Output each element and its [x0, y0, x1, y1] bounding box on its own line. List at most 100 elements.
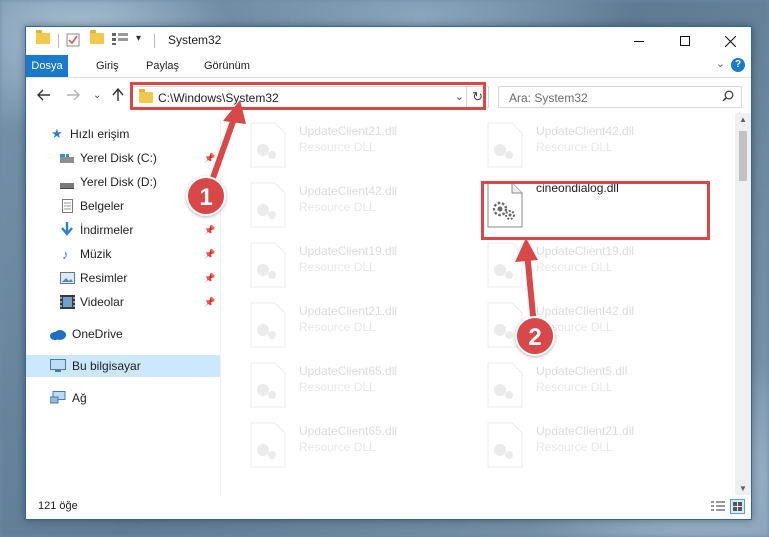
file-name: UpdateClient19.dll — [299, 244, 398, 258]
file-name: UpdateClient5.dll — [536, 364, 628, 378]
file-type: Resource DLL — [536, 380, 613, 394]
dll-file-icon — [250, 182, 286, 228]
view-options-icon[interactable] — [112, 33, 128, 45]
sidebar-item-bu-bilgisayar[interactable]: Bu bilgisayar — [26, 355, 220, 377]
help-icon[interactable]: ? — [731, 58, 745, 72]
pictures-icon — [60, 272, 75, 287]
scrollbar-thumb[interactable] — [739, 131, 747, 181]
scroll-down-icon[interactable]: ▼ — [739, 484, 747, 493]
large-icons-view-icon[interactable] — [730, 499, 745, 514]
file-type: Resource DLL — [536, 260, 613, 274]
sidebar-item-resimler[interactable]: Resimler 📌 — [26, 267, 220, 289]
forward-arrow-icon[interactable] — [66, 88, 80, 104]
file-type: Resource DLL — [299, 200, 376, 214]
divider — [58, 34, 59, 48]
file-name: UpdateClient21.dll — [299, 304, 398, 318]
dll-file-icon — [487, 362, 523, 408]
file-item[interactable]: UpdateClient21.dll Resource DLL — [249, 120, 469, 176]
step-2-badge: 2 — [515, 316, 555, 356]
address-bar-highlight — [130, 82, 486, 110]
dll-file-icon — [487, 422, 523, 468]
computer-icon — [50, 359, 66, 376]
file-item[interactable]: UpdateClient42.dll Resource DLL — [249, 180, 469, 236]
drive-icon — [60, 153, 74, 167]
step-1-badge: 1 — [186, 176, 226, 216]
file-list: UpdateClient21.dll Resource DLL UpdateCl… — [221, 113, 735, 495]
documents-icon — [62, 199, 73, 216]
file-name: UpdateClient65.dll — [299, 364, 398, 378]
drive-icon — [60, 179, 74, 193]
dll-file-icon — [250, 122, 286, 168]
dll-file-icon — [250, 302, 286, 348]
sidebar-item-onedrive[interactable]: OneDrive — [26, 323, 220, 345]
network-icon — [49, 391, 66, 408]
file-item[interactable]: UpdateClient19.dll Resource DLL — [249, 240, 469, 296]
file-highlight — [481, 181, 710, 240]
sidebar-item-indirmeler[interactable]: İndirmeler 📌 — [26, 219, 220, 241]
item-count: 121 öğe — [38, 500, 78, 512]
search-placeholder: Ara: System32 — [509, 91, 588, 105]
file-item[interactable]: UpdateClient5.dll Resource DLL — [486, 360, 706, 416]
tab-dosya[interactable]: Dosya — [26, 55, 68, 77]
file-type: Resource DLL — [299, 260, 376, 274]
pin-icon: 📌 — [204, 248, 216, 259]
search-input[interactable]: Ara: System32 — [498, 86, 742, 108]
vertical-scrollbar[interactable]: ▲ ▼ — [735, 113, 751, 495]
file-name: UpdateClient19.dll — [536, 244, 635, 258]
pin-icon: 📌 — [204, 152, 216, 163]
file-name: UpdateClient42.dll — [536, 124, 635, 138]
sidebar-item-quick-access[interactable]: ★ Hızlı erişim — [26, 123, 220, 145]
new-folder-icon[interactable] — [90, 30, 104, 44]
back-arrow-icon[interactable] — [37, 88, 51, 104]
file-item[interactable]: UpdateClient65.dll Resource DLL — [249, 420, 469, 476]
file-type: Resource DLL — [299, 380, 376, 394]
maximize-button[interactable] — [662, 27, 708, 55]
divider — [154, 34, 155, 48]
tab-giris[interactable]: Giriş — [88, 55, 127, 77]
recent-locations-chevron-icon[interactable]: ⌄ — [93, 90, 101, 101]
dll-file-icon — [250, 362, 286, 408]
tab-gorunum[interactable]: Görünüm — [196, 55, 258, 77]
close-button[interactable] — [707, 27, 753, 55]
file-name: UpdateClient21.dll — [536, 424, 635, 438]
title-bar: ▾ System32 — [26, 27, 751, 55]
expand-ribbon-icon[interactable]: ⌄ — [716, 57, 725, 70]
sidebar-item-ag[interactable]: Ağ — [26, 387, 220, 409]
file-item[interactable]: UpdateClient21.dll Resource DLL — [486, 420, 706, 476]
sidebar-item-videolar[interactable]: Videolar 📌 — [26, 291, 220, 313]
pin-icon: 📌 — [204, 272, 216, 283]
star-icon: ★ — [51, 126, 63, 141]
pin-icon: 📌 — [204, 296, 216, 307]
sidebar-item-muzik[interactable]: ♪ Müzik 📌 — [26, 243, 220, 265]
customize-toolbar-icon[interactable]: ▾ — [136, 33, 141, 44]
file-type: Resource DLL — [299, 440, 376, 454]
ribbon-tabs: Dosya Giriş Paylaş Görünüm ⌄ ? — [26, 55, 751, 78]
file-name: UpdateClient42.dll — [299, 184, 398, 198]
music-icon: ♪ — [62, 246, 69, 262]
file-item[interactable]: UpdateClient21.dll Resource DLL — [249, 300, 469, 356]
file-type: Resource DLL — [536, 140, 613, 154]
status-bar: 121 öğe — [26, 495, 751, 519]
file-item[interactable]: UpdateClient42.dll Resource DLL — [486, 120, 706, 176]
search-icon[interactable] — [722, 90, 734, 105]
pin-icon: 📌 — [204, 224, 216, 235]
sidebar-item-disk-c[interactable]: Yerel Disk (C:) 📌 — [26, 147, 220, 169]
dll-file-icon — [250, 242, 286, 288]
details-view-icon[interactable] — [711, 501, 725, 515]
minimize-button[interactable] — [616, 27, 662, 55]
file-name: UpdateClient42.dll — [536, 304, 635, 318]
file-item[interactable]: UpdateClient65.dll Resource DLL — [249, 360, 469, 416]
file-type: Resource DLL — [299, 320, 376, 334]
window-title: System32 — [168, 33, 222, 47]
cloud-icon — [50, 329, 66, 343]
folder-icon — [36, 30, 50, 44]
tab-paylas[interactable]: Paylaş — [138, 55, 187, 77]
properties-icon[interactable] — [66, 33, 80, 47]
scroll-up-icon[interactable]: ▲ — [739, 115, 747, 124]
dll-file-icon — [250, 422, 286, 468]
up-arrow-icon[interactable] — [112, 87, 124, 105]
file-name: UpdateClient65.dll — [299, 424, 398, 438]
navigation-pane: ★ Hızlı erişim Yerel Disk (C:) 📌 Yerel D… — [26, 119, 220, 495]
dll-file-icon — [487, 122, 523, 168]
file-item[interactable]: UpdateClient19.dll Resource DLL — [486, 240, 706, 296]
